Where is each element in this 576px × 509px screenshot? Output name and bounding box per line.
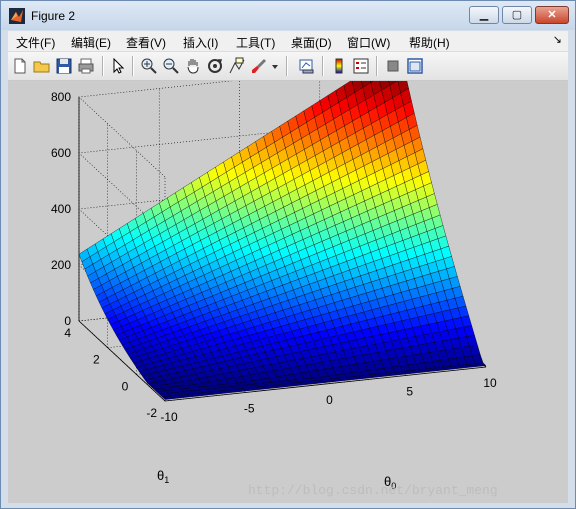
figure-window: Figure 2 ▁ ▢ ✕ 文件(F) 编辑(E) 查看(V) 插入(I) 工… — [0, 0, 576, 509]
minimize-icon: ▁ — [479, 9, 489, 21]
maximize-button[interactable]: ▢ — [502, 6, 532, 24]
y-label-subscript: 1 — [164, 475, 169, 485]
menu-help[interactable]: 帮助(H) — [409, 34, 450, 51]
y-axis-label: θ1 — [157, 468, 169, 485]
brush-dropdown-icon[interactable] — [270, 57, 280, 75]
maximize-icon: ▢ — [511, 9, 523, 21]
show-plot-tools-icon[interactable] — [406, 57, 424, 75]
y-tick-label: 4 — [64, 326, 71, 340]
z-tick-label: 400 — [51, 202, 71, 216]
y-tick-label: 0 — [122, 379, 129, 393]
menu-desktop[interactable]: 桌面(D) — [291, 34, 332, 51]
save-icon[interactable] — [55, 57, 73, 75]
y-tick-label: 2 — [93, 353, 100, 367]
legend-icon[interactable] — [352, 57, 370, 75]
open-file-icon[interactable] — [33, 57, 51, 75]
colorbar-icon[interactable] — [330, 57, 348, 75]
toolbar-separator — [132, 56, 134, 76]
menu-bar: 文件(F) 编辑(E) 查看(V) 插入(I) 工具(T) 桌面(D) 窗口(W… — [8, 31, 568, 51]
toolbar-separator — [286, 56, 288, 76]
matlab-logo-icon — [9, 8, 25, 24]
menu-insert[interactable]: 插入(I) — [183, 34, 218, 51]
figure-canvas[interactable]: 0 200 400 600 800 -10 -5 0 5 10 -2 0 2 4 θ0 θ1 — [8, 49, 568, 503]
x-tick-label: 0 — [326, 393, 333, 407]
x-tick-label: -10 — [160, 410, 178, 424]
watermark-text: http://blog.csdn.net/bryant_meng — [248, 483, 498, 498]
surface-plot[interactable]: 0200400600800-10-50510-2024 θ0 θ1 — [8, 49, 568, 503]
new-figure-icon[interactable] — [11, 57, 29, 75]
toolbar-separator — [102, 56, 104, 76]
data-cursor-icon[interactable] — [228, 57, 246, 75]
minimize-button[interactable]: ▁ — [469, 6, 499, 24]
title-bar[interactable]: Figure 2 ▁ ▢ ✕ — [1, 1, 575, 30]
close-icon: ✕ — [547, 9, 557, 21]
cost-surface — [78, 49, 487, 400]
rotate-3d-icon[interactable] — [206, 57, 224, 75]
menu-window[interactable]: 窗口(W) — [347, 34, 390, 51]
x-tick-label: 10 — [483, 376, 497, 390]
link-plot-icon[interactable] — [298, 57, 316, 75]
z-tick-label: 200 — [51, 258, 71, 272]
window-title: Figure 2 — [31, 9, 76, 23]
print-icon[interactable] — [77, 57, 95, 75]
zoom-out-icon[interactable] — [162, 57, 180, 75]
select-arrow-icon[interactable] — [109, 57, 127, 75]
toolbar-separator — [376, 56, 378, 76]
menu-view[interactable]: 查看(V) — [126, 34, 166, 51]
figure-toolbar — [8, 52, 568, 81]
brush-icon[interactable] — [250, 57, 268, 75]
zoom-in-icon[interactable] — [140, 57, 158, 75]
z-tick-label: 800 — [51, 90, 71, 104]
close-button[interactable]: ✕ — [535, 6, 569, 24]
toolbar-separator — [322, 56, 324, 76]
x-tick-label: -5 — [244, 402, 255, 416]
dock-figure-icon[interactable]: ↘ — [553, 33, 562, 46]
menu-tools[interactable]: 工具(T) — [236, 34, 275, 51]
y-tick-label: -2 — [146, 406, 157, 420]
z-tick-label: 600 — [51, 146, 71, 160]
hide-plot-tools-icon[interactable] — [384, 57, 402, 75]
pan-icon[interactable] — [184, 57, 202, 75]
menu-edit[interactable]: 编辑(E) — [71, 34, 111, 51]
x-tick-label: 5 — [406, 385, 413, 399]
menu-file[interactable]: 文件(F) — [16, 34, 55, 51]
